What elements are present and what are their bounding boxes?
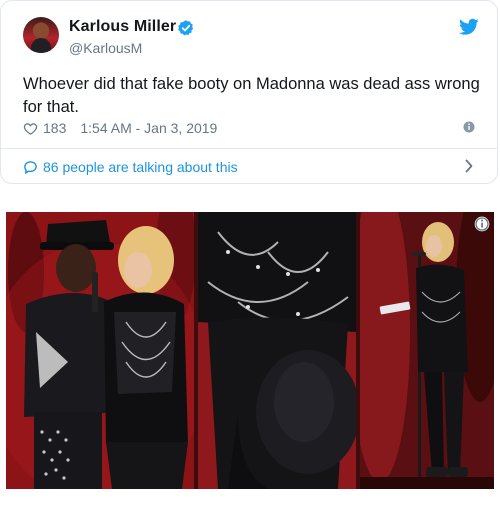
display-name[interactable]: Karlous Miller: [69, 18, 176, 36]
verified-badge-icon: [178, 20, 194, 36]
info-badge-icon[interactable]: [474, 216, 490, 232]
info-icon[interactable]: [463, 121, 475, 133]
tweet-text: Whoever did that fake booty on Madonna w…: [23, 75, 480, 116]
like-count[interactable]: 183: [43, 120, 66, 136]
twitter-bird-icon[interactable]: [459, 18, 479, 36]
photo-right-standing: [360, 212, 494, 489]
photo-collage: [6, 212, 494, 489]
photo-right-illustration: [360, 212, 494, 489]
embedded-tweet-card[interactable]: Karlous Miller @KarlousM Whoever did tha…: [0, 0, 498, 184]
avatar[interactable]: [23, 17, 59, 53]
photo-left-two-people: [6, 212, 194, 489]
photo-middle-illustration: [198, 212, 356, 489]
speech-bubble-icon: [24, 160, 37, 174]
chevron-right-icon[interactable]: [464, 159, 474, 173]
photo-left-illustration: [6, 212, 194, 489]
conversation-label[interactable]: 86 people are talking about this: [43, 159, 238, 175]
photo-middle-closeup: [198, 212, 356, 489]
conversation-link[interactable]: 86 people are talking about this: [23, 157, 481, 177]
user-handle[interactable]: @KarlousM: [69, 40, 142, 56]
card-divider: [1, 148, 497, 149]
heart-icon[interactable]: [23, 121, 38, 136]
tweet-timestamp[interactable]: 1:54 AM - Jan 3, 2019: [80, 120, 217, 136]
avatar-figure: [31, 38, 51, 53]
tweet-meta: 183 1:54 AM - Jan 3, 2019: [23, 119, 483, 137]
